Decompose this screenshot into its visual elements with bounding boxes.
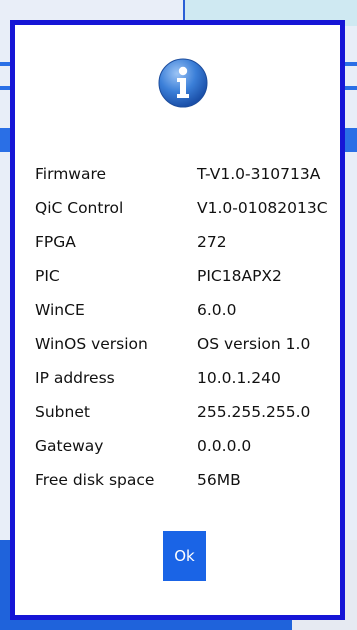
info-label: FPGA (35, 233, 76, 251)
info-label: WinOS version (35, 335, 148, 353)
ok-button[interactable]: Ok (163, 531, 206, 581)
info-label: QiC Control (35, 199, 124, 217)
info-row-winos-version: WinOS version OS version 1.0 (35, 327, 335, 361)
info-label: PIC (35, 267, 60, 285)
system-info-dialog: Firmware T-V1.0-310713A QiC Control V1.0… (10, 20, 345, 620)
info-value: 10.0.1.240 (197, 369, 281, 387)
info-label: Gateway (35, 437, 104, 455)
info-row-firmware: Firmware T-V1.0-310713A (35, 157, 335, 191)
info-label: Free disk space (35, 471, 155, 489)
info-value: 255.255.255.0 (197, 403, 311, 421)
info-value: V1.0-01082013C (197, 199, 328, 217)
info-list: Firmware T-V1.0-310713A QiC Control V1.0… (35, 157, 335, 497)
info-row-subnet: Subnet 255.255.255.0 (35, 395, 335, 429)
info-label: IP address (35, 369, 115, 387)
info-label: Firmware (35, 165, 107, 183)
background-right-band (344, 62, 357, 66)
info-row-qic-control: QiC Control V1.0-01082013C (35, 191, 335, 225)
info-row-gateway: Gateway 0.0.0.0 (35, 429, 335, 463)
info-row-free-disk-space: Free disk space 56MB (35, 463, 335, 497)
info-value: 0.0.0.0 (197, 437, 252, 455)
info-label: Subnet (35, 403, 90, 421)
info-row-ip-address: IP address 10.0.1.240 (35, 361, 335, 395)
info-value: T-V1.0-310713A (197, 165, 321, 183)
info-row-wince: WinCE 6.0.0 (35, 293, 335, 327)
info-row-fpga: FPGA 272 (35, 225, 335, 259)
info-value: 272 (197, 233, 227, 251)
background-right-band (344, 86, 357, 90)
background-right-band (344, 128, 357, 152)
info-row-pic: PIC PIC18APX2 (35, 259, 335, 293)
info-value: 56MB (197, 471, 241, 489)
info-value: 6.0.0 (197, 301, 237, 319)
info-icon (158, 58, 208, 108)
info-label: WinCE (35, 301, 85, 319)
info-value: OS version 1.0 (197, 335, 311, 353)
background-panel-top-left (0, 0, 185, 20)
info-value: PIC18APX2 (197, 267, 282, 285)
